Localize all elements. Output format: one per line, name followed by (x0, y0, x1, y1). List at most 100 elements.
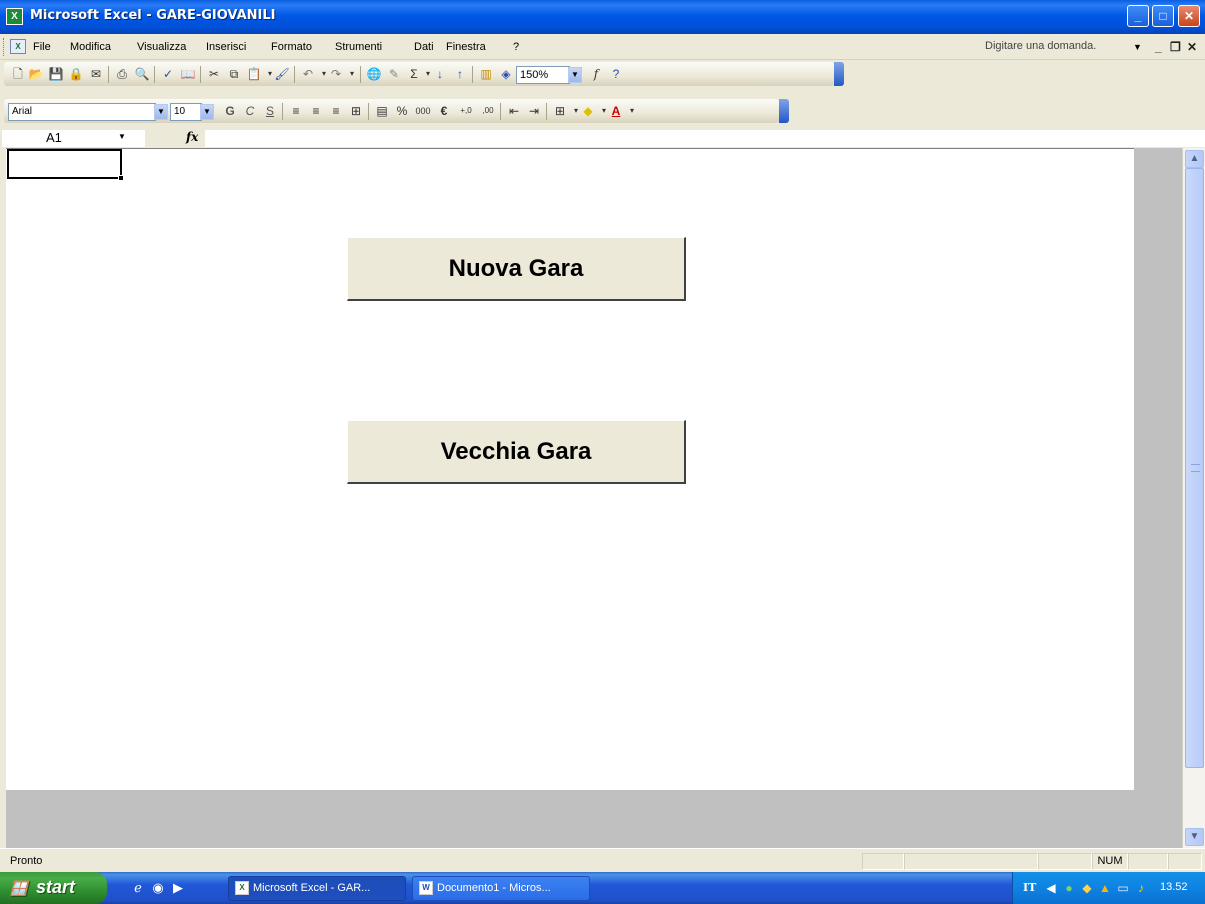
minimize-button[interactable]: _ (1127, 5, 1149, 27)
show-hidden-icons-icon[interactable]: ◀ (1043, 880, 1059, 896)
scroll-thumb[interactable] (1185, 168, 1204, 768)
chevron-down-icon[interactable]: ▼ (118, 132, 126, 141)
font-size-combo[interactable]: 10 (170, 103, 202, 121)
toolbar-options-chevron[interactable] (779, 99, 789, 123)
font-name-combo[interactable]: Arial (8, 103, 156, 121)
chart-wizard-icon[interactable]: ▥ (478, 66, 494, 82)
network-icon[interactable]: ● (1061, 880, 1077, 896)
redo-icon[interactable]: ↷ (328, 66, 344, 82)
vecchia-gara-button[interactable]: Vecchia Gara (347, 420, 686, 484)
help-icon[interactable]: ? (608, 66, 624, 82)
decrease-indent-icon[interactable]: ⇤ (506, 103, 522, 119)
security-icon[interactable]: ◆ (1079, 880, 1095, 896)
internet-explorer-icon[interactable]: ℯ (130, 880, 146, 896)
menu-strumenti[interactable]: Strumenti (335, 41, 382, 53)
menu-help[interactable]: ? (513, 41, 519, 53)
worksheet-background (1134, 148, 1182, 790)
fill-color-icon[interactable]: ◆ (580, 103, 596, 119)
scroll-down-button[interactable]: ▼ (1185, 828, 1204, 846)
browser-icon[interactable]: ◉ (150, 880, 166, 896)
taskbar-word[interactable]: W Documento1 - Micros... (412, 876, 590, 901)
drawing-toolbar-icon[interactable]: ◈ (498, 66, 514, 82)
email-icon[interactable]: ✉ (88, 66, 104, 82)
thousands-separator-button[interactable]: 000 (412, 103, 434, 119)
permission-icon[interactable]: 🔒 (68, 66, 84, 82)
alert-icon[interactable]: ▲ (1097, 880, 1113, 896)
undo-icon[interactable]: ↶ (300, 66, 316, 82)
vertical-scrollbar[interactable]: ▲ ▼ (1182, 148, 1205, 848)
workbook-restore-button[interactable]: ❐ (1170, 40, 1181, 54)
menu-dati[interactable]: Dati (414, 41, 434, 53)
menu-formato[interactable]: Formato (271, 41, 312, 53)
zoom-combo[interactable]: 150% (516, 66, 570, 84)
borders-icon[interactable]: ⊞ (552, 103, 568, 119)
ask-question-box[interactable]: Digitare una domanda. (985, 40, 1115, 56)
print-icon[interactable]: ⎙ (114, 66, 130, 82)
sort-descending-icon[interactable]: ↑ (452, 66, 468, 82)
taskbar-word-label: Documento1 - Micros... (437, 882, 551, 894)
align-right-icon[interactable]: ≡ (328, 103, 344, 119)
drawing-icon[interactable]: ✎ (386, 66, 402, 82)
menu-visualizza[interactable]: Visualizza (137, 41, 186, 53)
close-button[interactable]: ✕ (1178, 5, 1200, 27)
menu-file[interactable]: File (33, 41, 51, 53)
menu-finestra[interactable]: Finestra (446, 41, 486, 53)
chevron-down-icon[interactable]: ▾ (344, 66, 360, 82)
sort-ascending-icon[interactable]: ↓ (432, 66, 448, 82)
copy-icon[interactable]: ⧉ (226, 66, 242, 82)
insert-function-icon[interactable]: f (588, 66, 604, 82)
menu-modifica[interactable]: Modifica (70, 41, 111, 53)
insert-function-button[interactable]: fx (186, 130, 198, 144)
status-pane (1128, 853, 1168, 870)
hyperlink-icon[interactable]: 🌐 (366, 66, 382, 82)
workbook-icon[interactable]: X (10, 39, 26, 54)
open-icon[interactable]: 📂 (28, 66, 44, 82)
fill-handle[interactable] (118, 175, 124, 181)
toolbar-options-chevron[interactable] (834, 62, 844, 86)
maximize-button[interactable]: □ (1152, 5, 1174, 27)
workbook-minimize-button[interactable]: _ (1155, 40, 1162, 54)
format-painter-icon[interactable]: 🖌 (274, 66, 290, 82)
excel-app-icon[interactable]: X (6, 8, 23, 25)
start-button[interactable]: 🪟 start (0, 872, 107, 904)
percent-button[interactable]: % (394, 103, 410, 119)
status-pane (1038, 853, 1092, 870)
volume-icon[interactable]: ♪ (1133, 880, 1149, 896)
research-icon[interactable]: 📖 (180, 66, 196, 82)
save-icon[interactable]: 💾 (48, 66, 64, 82)
euro-button[interactable]: € (436, 103, 452, 119)
workbook-close-button[interactable]: ✕ (1187, 40, 1197, 54)
underline-button[interactable]: S (262, 103, 278, 119)
paste-icon[interactable]: 📋 (246, 66, 262, 82)
align-left-icon[interactable]: ≡ (288, 103, 304, 119)
increase-indent-icon[interactable]: ⇥ (526, 103, 542, 119)
merge-center-icon[interactable]: ⊞ (348, 103, 364, 119)
bold-button[interactable]: G (222, 103, 238, 119)
new-icon[interactable]: 🗋 (10, 66, 26, 82)
language-indicator[interactable]: IT (1023, 881, 1036, 894)
scroll-up-button[interactable]: ▲ (1185, 150, 1204, 168)
formula-input[interactable] (205, 130, 1205, 147)
align-center-icon[interactable]: ≡ (308, 103, 324, 119)
font-color-icon[interactable]: A (608, 103, 624, 119)
chevron-down-icon[interactable]: ▾ (624, 103, 640, 119)
menu-bar: X File Modifica Visualizza Inserisci For… (0, 34, 1205, 60)
chevron-down-icon[interactable]: ▼ (200, 104, 214, 120)
chevron-down-icon[interactable]: ▼ (568, 67, 582, 83)
active-cell-a1[interactable] (7, 149, 122, 179)
increase-decimal-button[interactable]: +,0 (456, 103, 476, 119)
nuova-gara-button[interactable]: Nuova Gara (347, 237, 686, 301)
menu-inserisci[interactable]: Inserisci (206, 41, 246, 53)
media-player-icon[interactable]: ▶ (170, 880, 186, 896)
decrease-decimal-button[interactable]: ,00 (478, 103, 498, 119)
taskbar-excel[interactable]: X Microsoft Excel - GAR... (228, 876, 406, 901)
currency-icon[interactable]: ▤ (374, 103, 390, 119)
print-preview-icon[interactable]: 🔍 (134, 66, 150, 82)
toolbar-grip[interactable] (3, 38, 6, 56)
cut-icon[interactable]: ✂ (206, 66, 222, 82)
italic-button[interactable]: C (242, 103, 258, 119)
display-icon[interactable]: ▭ (1115, 880, 1131, 896)
chevron-down-icon[interactable]: ▼ (154, 104, 168, 120)
chevron-down-icon[interactable]: ▼ (1133, 42, 1142, 52)
spelling-icon[interactable]: ✓ (160, 66, 176, 82)
